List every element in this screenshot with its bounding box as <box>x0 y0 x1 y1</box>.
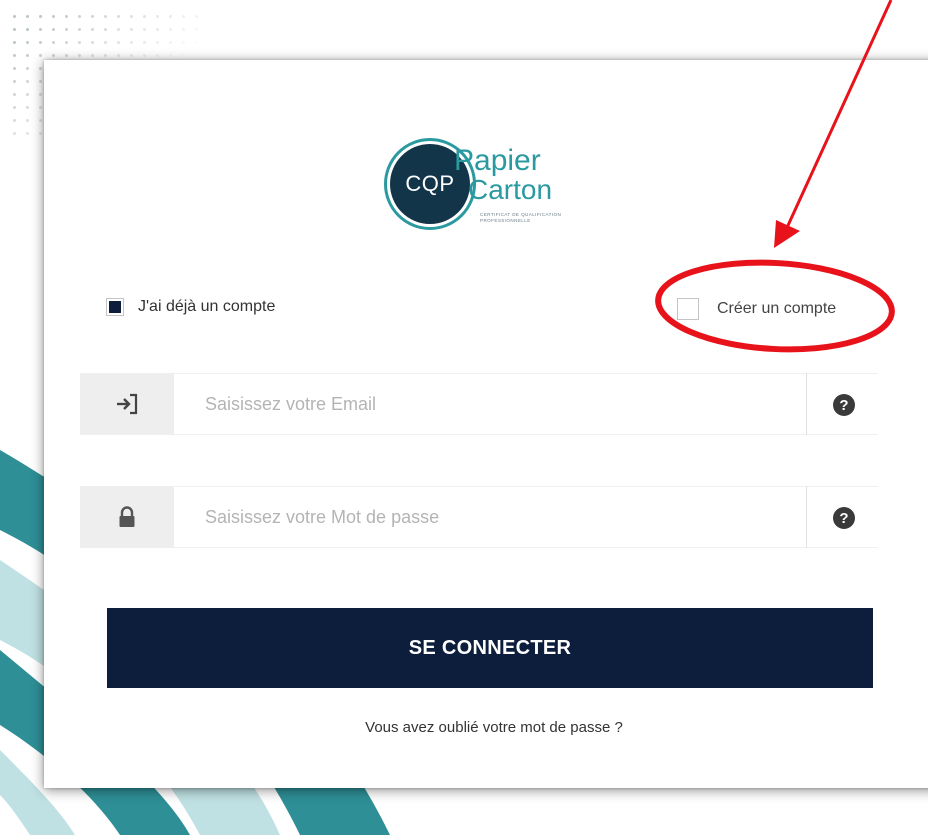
checkbox-checked-mark <box>109 301 121 313</box>
login-arrow-icon <box>117 393 138 415</box>
password-divider <box>806 486 807 548</box>
email-addon <box>80 373 174 435</box>
password-field-group: ? <box>80 486 878 548</box>
email-help-icon[interactable]: ? <box>833 394 855 416</box>
login-card: CQP Papier Carton CERTIFICAT DE QUALIFIC… <box>44 60 928 788</box>
email-input[interactable] <box>174 374 806 434</box>
email-divider <box>806 373 807 435</box>
existing-account-checkbox[interactable] <box>106 298 124 316</box>
option-create-account[interactable]: Créer un compte <box>677 298 836 320</box>
login-button[interactable]: SE CONNECTER <box>107 608 873 688</box>
forgot-password-link[interactable]: Vous avez oublié votre mot de passe ? <box>44 719 928 736</box>
create-account-label: Créer un compte <box>717 300 837 317</box>
password-addon <box>80 486 174 548</box>
logo-badge-text: CQP <box>405 171 455 196</box>
password-input[interactable] <box>174 487 806 547</box>
existing-account-label: J'ai déjà un compte <box>138 298 276 315</box>
cqp-logo: CQP Papier Carton CERTIFICAT DE QUALIFIC… <box>380 100 602 250</box>
email-field-group: ? <box>80 373 878 435</box>
create-account-checkbox[interactable] <box>677 298 699 320</box>
password-help-icon[interactable]: ? <box>833 507 855 529</box>
option-existing-account[interactable]: J'ai déjà un compte <box>106 298 275 316</box>
lock-icon <box>119 506 135 527</box>
logo-line-2: Carton <box>468 174 553 205</box>
logo-subtitle: CERTIFICAT DE QUALIFICATION PROFESSIONNE… <box>480 212 562 223</box>
logo-line-1: Papier <box>454 144 541 177</box>
